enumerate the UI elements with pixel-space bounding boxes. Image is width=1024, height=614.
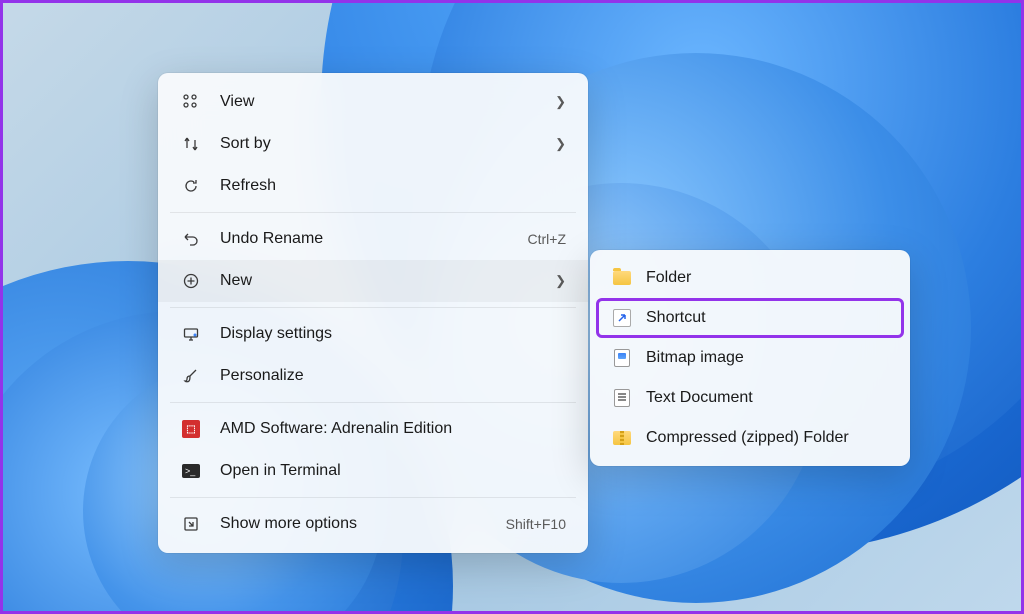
zip-folder-icon <box>612 428 632 448</box>
bitmap-icon <box>612 348 632 368</box>
refresh-icon <box>180 175 202 197</box>
menu-label: New <box>220 272 537 290</box>
shortcut-icon <box>612 308 632 328</box>
menu-divider <box>170 497 576 498</box>
plus-circle-icon <box>180 270 202 292</box>
folder-icon <box>612 268 632 288</box>
menu-shortcut: Shift+F10 <box>506 516 566 532</box>
chevron-right-icon: ❯ <box>555 273 566 289</box>
menu-label: Undo Rename <box>220 230 510 248</box>
menu-shortcut: Ctrl+Z <box>528 231 567 247</box>
brush-icon <box>180 365 202 387</box>
menu-label: Display settings <box>220 325 566 343</box>
chevron-right-icon: ❯ <box>555 136 566 152</box>
menu-label: Show more options <box>220 515 488 533</box>
new-submenu: Folder Shortcut Bitmap image Text Docume… <box>590 250 910 466</box>
menu-label: AMD Software: Adrenalin Edition <box>220 420 566 438</box>
submenu-item-compressed-folder[interactable]: Compressed (zipped) Folder <box>596 418 904 458</box>
submenu-item-shortcut[interactable]: Shortcut <box>596 298 904 338</box>
menu-item-display-settings[interactable]: Display settings <box>158 313 588 355</box>
menu-label: Sort by <box>220 135 537 153</box>
submenu-label: Compressed (zipped) Folder <box>646 429 849 447</box>
menu-item-open-terminal[interactable]: Open in Terminal <box>158 450 588 492</box>
submenu-label: Text Document <box>646 389 753 407</box>
menu-item-sort-by[interactable]: Sort by ❯ <box>158 123 588 165</box>
text-doc-icon <box>612 388 632 408</box>
menu-item-undo-rename[interactable]: Undo Rename Ctrl+Z <box>158 218 588 260</box>
submenu-item-bitmap-image[interactable]: Bitmap image <box>596 338 904 378</box>
display-icon <box>180 323 202 345</box>
menu-label: View <box>220 93 537 111</box>
menu-item-personalize[interactable]: Personalize <box>158 355 588 397</box>
menu-item-new[interactable]: New ❯ <box>158 260 588 302</box>
submenu-item-text-document[interactable]: Text Document <box>596 378 904 418</box>
expand-icon <box>180 513 202 535</box>
menu-item-amd-software[interactable]: ⬚ AMD Software: Adrenalin Edition <box>158 408 588 450</box>
menu-divider <box>170 402 576 403</box>
menu-label: Open in Terminal <box>220 462 566 480</box>
amd-icon: ⬚ <box>180 418 202 440</box>
submenu-label: Folder <box>646 269 691 287</box>
submenu-label: Bitmap image <box>646 349 744 367</box>
menu-item-refresh[interactable]: Refresh <box>158 165 588 207</box>
submenu-label: Shortcut <box>646 309 706 327</box>
grid-icon <box>180 91 202 113</box>
menu-item-view[interactable]: View ❯ <box>158 81 588 123</box>
sort-icon <box>180 133 202 155</box>
menu-label: Refresh <box>220 177 566 195</box>
menu-divider <box>170 307 576 308</box>
submenu-item-folder[interactable]: Folder <box>596 258 904 298</box>
undo-icon <box>180 228 202 250</box>
terminal-icon <box>180 460 202 482</box>
menu-divider <box>170 212 576 213</box>
desktop-context-menu: View ❯ Sort by ❯ Refresh Undo Rename Ctr… <box>158 73 588 553</box>
menu-item-show-more-options[interactable]: Show more options Shift+F10 <box>158 503 588 545</box>
menu-label: Personalize <box>220 367 566 385</box>
chevron-right-icon: ❯ <box>555 94 566 110</box>
